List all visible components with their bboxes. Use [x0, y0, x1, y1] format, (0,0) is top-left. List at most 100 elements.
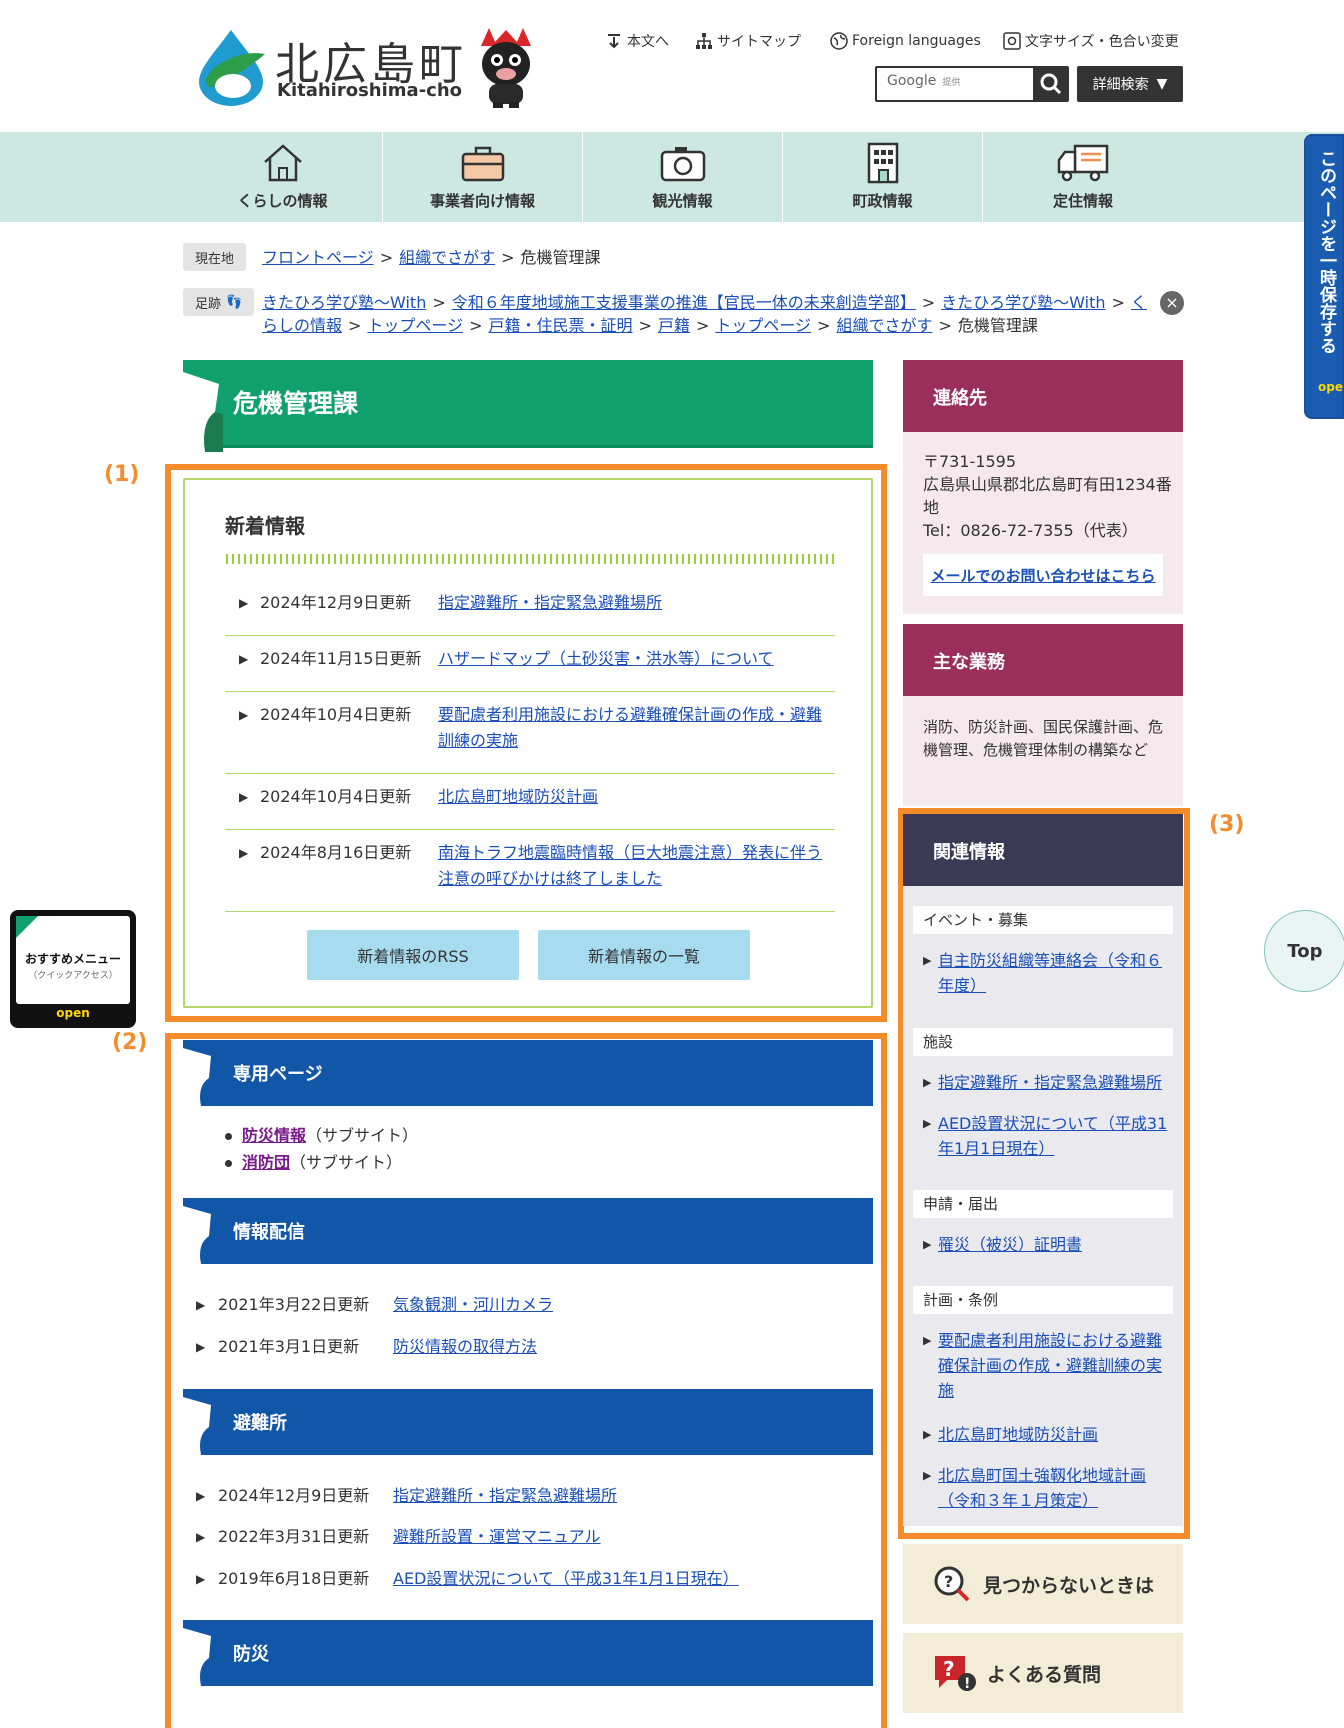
fire-brigade-link[interactable]: 消防団	[242, 1153, 290, 1172]
subsite-note: （サブサイト）	[290, 1153, 403, 1172]
gnav-item-town[interactable]: 町政情報	[783, 132, 983, 222]
history-link[interactable]: らしの情報	[262, 316, 342, 335]
history-link[interactable]: 戸籍・住民票・証明	[489, 316, 633, 335]
related-link[interactable]: 自主防災組織等連絡会（令和６年度）	[938, 948, 1168, 998]
item-link[interactable]: 指定避難所・指定緊急避難場所	[393, 1483, 617, 1509]
site-logo[interactable]: 北広島町 Kitahiroshima-cho	[195, 26, 545, 108]
news-date: 2024年8月16日更新	[260, 843, 412, 862]
settings-icon	[1003, 32, 1021, 50]
sitemap-link[interactable]: サイトマップ	[695, 30, 801, 52]
truck-icon	[1057, 144, 1109, 182]
caret-down-icon: ▼	[1156, 76, 1168, 92]
gnav-item-business[interactable]: 事業者向け情報	[383, 132, 583, 222]
breadcrumb-separator: >	[432, 293, 446, 312]
foreign-languages-link[interactable]: Foreign languages	[830, 30, 981, 52]
save-page-open-label: open	[1318, 380, 1344, 394]
arrow-down-icon	[608, 34, 620, 49]
triangle-bullet-icon: ▶	[196, 1572, 206, 1586]
breadcrumb-link[interactable]: 組織でさがす	[399, 248, 495, 267]
gnav-item-settlement[interactable]: 定住情報	[983, 132, 1183, 222]
item-date: 2022年3月31日更新	[218, 1527, 370, 1546]
text-size-link[interactable]: 文字サイズ・色合い変更	[1003, 30, 1179, 52]
breadcrumb-separator: >	[348, 316, 362, 335]
news-date: 2024年11月15日更新	[260, 649, 422, 668]
news-item: ▶ 2024年8月16日更新 南海トラフ地震臨時情報（巨大地震注意）発表に伴う注…	[225, 840, 835, 912]
foreign-label: Foreign languages	[852, 33, 981, 49]
news-list-button[interactable]: 新着情報の一覧	[538, 930, 750, 980]
triangle-bullet-icon: ▶	[196, 1298, 206, 1312]
related-link[interactable]: 北広島町地域防災計画	[938, 1422, 1168, 1447]
related-link[interactable]: 罹災（被災）証明書	[938, 1232, 1168, 1257]
related-body: イベント・募集 ▶ 自主防災組織等連絡会（令和６年度） 施設 ▶ 指定避難所・指…	[903, 886, 1183, 1526]
related-title: 関連情報	[933, 842, 1005, 863]
news-date: 2024年10月4日更新	[260, 787, 412, 806]
flag-decoration-icon	[183, 1628, 211, 1686]
item-link[interactable]: 気象観測・河川カメラ	[393, 1292, 553, 1318]
triangle-bullet-icon: ▶	[923, 1334, 932, 1347]
skip-to-content-link[interactable]: 本文へ	[605, 30, 669, 52]
related-category: 申請・届出	[913, 1190, 1173, 1218]
breadcrumb-separator: >	[921, 293, 936, 312]
magnifier-question-icon: ?	[934, 1566, 970, 1602]
disaster-info-link[interactable]: 防災情報	[242, 1126, 306, 1145]
related-link[interactable]: 北広島町国土強靱化地域計画（令和３年１月策定）	[938, 1463, 1168, 1513]
news-link[interactable]: 要配慮者利用施設における避難確保計画の作成・避難訓練の実施	[438, 702, 828, 754]
history-link[interactable]: きたひろ学び塾～With	[262, 293, 426, 312]
triangle-bullet-icon: ▶	[239, 596, 249, 610]
bullet-dot-icon	[225, 1133, 232, 1140]
item-date: 2019年6月18日更新	[218, 1569, 370, 1588]
history-link[interactable]: きたひろ学び塾～With	[941, 293, 1105, 312]
duties-header: 主な業務	[903, 624, 1183, 696]
news-rss-button[interactable]: 新着情報のRSS	[307, 930, 519, 980]
gnav-item-tourism[interactable]: 観光情報	[583, 132, 783, 222]
search-input[interactable]: Google 提供	[875, 66, 1035, 102]
news-date: 2024年10月4日更新	[260, 705, 412, 724]
news-item: ▶ 2024年10月4日更新 要配慮者利用施設における避難確保計画の作成・避難訓…	[225, 702, 835, 774]
clear-history-button[interactable]: ×	[1160, 291, 1184, 315]
building-icon	[867, 142, 898, 184]
flag-decoration-icon	[183, 1048, 211, 1106]
flag-decoration-icon	[183, 1397, 211, 1455]
not-found-label: 見つからないときは	[983, 1574, 1155, 1597]
not-found-button[interactable]: ? 見つからないときは	[903, 1544, 1183, 1624]
related-link[interactable]: 指定避難所・指定緊急避難場所	[938, 1070, 1168, 1095]
section-title: 専用ページ	[233, 1064, 323, 1085]
back-to-top-button[interactable]: Top	[1264, 910, 1344, 992]
breadcrumb-separator: >	[938, 316, 952, 335]
advanced-search-label: 詳細検索	[1092, 77, 1149, 93]
flag-decoration-icon	[183, 1206, 211, 1264]
subsite-note: （サブサイト）	[306, 1126, 419, 1145]
advanced-search-button[interactable]: 詳細検索 ▼	[1077, 66, 1183, 102]
mail-contact-button[interactable]: メールでのお問い合わせはこちら	[923, 554, 1163, 596]
gnav-item-living[interactable]: くらしの情報	[183, 132, 383, 222]
news-link[interactable]: 指定避難所・指定緊急避難場所	[438, 590, 828, 616]
sitemap-label: サイトマップ	[717, 34, 801, 50]
breadcrumb-link[interactable]: フロントページ	[262, 248, 374, 267]
triangle-bullet-icon: ▶	[923, 1117, 932, 1130]
history-link[interactable]: 令和６年度地域施工支援事業の推進【官民一体の未来創造学部】	[452, 293, 916, 312]
news-link[interactable]: ハザードマップ（土砂災害・洪水等）について	[438, 646, 828, 672]
history-link[interactable]: 組織でさがす	[836, 316, 932, 335]
item-link[interactable]: 防災情報の取得方法	[393, 1334, 537, 1360]
history-link[interactable]: トップページ	[367, 316, 463, 335]
related-category: 施設	[913, 1028, 1173, 1056]
sitemap-icon	[696, 33, 712, 49]
related-link[interactable]: 要配慮者利用施設における避難確保計画の作成・避難訓練の実施	[938, 1328, 1168, 1403]
history-link[interactable]: 戸籍	[658, 316, 690, 335]
related-link[interactable]: AED設置状況について（平成31年1月1日現在）	[938, 1111, 1168, 1161]
news-link[interactable]: 北広島町地域防災計画	[438, 784, 828, 810]
related-category: イベント・募集	[913, 906, 1173, 934]
news-link[interactable]: 南海トラフ地震臨時情報（巨大地震注意）発表に伴う注意の呼びかけは終了しました	[438, 840, 828, 892]
history-link[interactable]: く	[1131, 293, 1147, 312]
save-page-tab[interactable]: このページを一時保存する open	[1304, 134, 1344, 419]
text-size-label: 文字サイズ・色合い変更	[1025, 34, 1179, 50]
quick-menu-button[interactable]: おすすめメニュー （クイックアクセス） open	[10, 910, 136, 1028]
globe-icon	[830, 32, 848, 50]
breadcrumb-separator: >	[817, 316, 831, 335]
news-item: ▶ 2024年10月4日更新 北広島町地域防災計画	[225, 784, 835, 830]
faq-button[interactable]: ?! よくある質問	[903, 1633, 1183, 1713]
item-link[interactable]: 避難所設置・運営マニュアル	[393, 1524, 601, 1550]
history-link[interactable]: トップページ	[715, 316, 811, 335]
item-link[interactable]: AED設置状況について（平成31年1月1日現在）	[393, 1566, 739, 1592]
search-button[interactable]	[1033, 66, 1069, 102]
